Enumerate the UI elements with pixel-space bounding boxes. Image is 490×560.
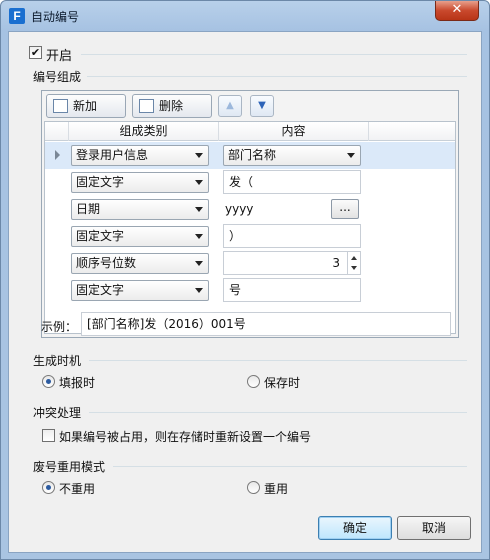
chevron-down-icon	[195, 288, 203, 293]
chevron-down-icon	[195, 153, 203, 158]
radio-no-reuse-label: 不重用	[59, 482, 96, 496]
example-preview-field: [部门名称]发（2016）001号	[81, 312, 451, 336]
chevron-down-icon	[195, 234, 203, 239]
conflict-label: 冲突处理	[33, 406, 82, 420]
table-row[interactable]: 固定文字 号	[45, 277, 455, 304]
generate-timing-label: 生成时机	[33, 354, 82, 368]
column-header-content: 内容	[219, 122, 369, 141]
table-row[interactable]: 固定文字 ）	[45, 223, 455, 250]
move-down-button[interactable]: ▼	[250, 95, 274, 117]
example-label: 示例：	[41, 320, 78, 334]
add-button[interactable]: 新加	[46, 94, 126, 118]
add-icon	[53, 99, 68, 113]
enable-label: 开启	[46, 49, 73, 64]
divider	[81, 54, 467, 55]
date-format-value[interactable]: yyyy	[225, 202, 253, 216]
digit-count-spinner[interactable]: 3	[223, 251, 361, 275]
divider	[113, 466, 467, 467]
delete-icon	[139, 99, 154, 113]
date-picker-button[interactable]: ...	[331, 199, 359, 219]
add-button-label: 新加	[73, 99, 98, 113]
radio-reuse-label: 重用	[264, 482, 289, 496]
composition-label: 编号组成	[33, 70, 82, 84]
type-value: 固定文字	[76, 229, 125, 243]
type-value: 日期	[76, 202, 101, 216]
radio-no-reuse[interactable]	[42, 481, 55, 494]
divider	[87, 76, 467, 77]
radio-save-time[interactable]	[247, 375, 260, 388]
enable-checkbox[interactable]: ✔	[29, 46, 42, 59]
composition-panel: 新加 删除 ▲ ▼ 组成类别 内容 登录用户信息 部门名称 固定文字 发（ 日期…	[41, 90, 459, 338]
move-up-button[interactable]: ▲	[218, 95, 242, 117]
row-header-corner	[45, 122, 69, 141]
composition-grid: 组成类别 内容 登录用户信息 部门名称 固定文字 发（ 日期 yyyy ... …	[44, 121, 456, 334]
radio-reuse[interactable]	[247, 481, 260, 494]
type-combo[interactable]: 固定文字	[71, 172, 209, 193]
chevron-down-icon	[195, 207, 203, 212]
table-row[interactable]: 登录用户信息 部门名称	[45, 142, 455, 169]
cancel-button[interactable]: 取消	[397, 516, 471, 540]
spin-down-icon[interactable]	[351, 266, 357, 270]
table-row[interactable]: 固定文字 发（	[45, 169, 455, 196]
app-logo-icon: F	[9, 8, 25, 24]
delete-button[interactable]: 删除	[132, 94, 212, 118]
content-value: 部门名称	[228, 148, 277, 162]
type-combo[interactable]: 顺序号位数	[71, 253, 209, 274]
type-combo[interactable]: 固定文字	[71, 280, 209, 301]
window-title: 自动编号	[31, 10, 80, 24]
conflict-checkbox[interactable]	[42, 429, 55, 442]
table-row[interactable]: 顺序号位数 3	[45, 250, 455, 277]
type-combo[interactable]: 固定文字	[71, 226, 209, 247]
ok-button[interactable]: 确定	[318, 516, 392, 540]
type-combo[interactable]: 登录用户信息	[71, 145, 209, 166]
table-row[interactable]: 日期 yyyy ...	[45, 196, 455, 223]
content-input[interactable]: 发（	[223, 170, 361, 194]
type-value: 顺序号位数	[76, 256, 137, 270]
delete-button-label: 删除	[159, 99, 184, 113]
conflict-checkbox-label: 如果编号被占用，则在存储时重新设置一个编号	[59, 430, 312, 444]
content-input[interactable]: 号	[223, 278, 361, 302]
spin-up-icon[interactable]	[351, 256, 357, 260]
dialog-window: F 自动编号 ✕ ✔ 开启 编号组成 新加 删除 ▲ ▼ 组成类别 内容 登录用…	[0, 0, 490, 560]
spinner-arrows[interactable]	[347, 251, 361, 275]
radio-save-time-label: 保存时	[264, 376, 301, 390]
column-header-type: 组成类别	[69, 122, 219, 141]
radio-fill-time-label: 填报时	[59, 376, 96, 390]
close-button[interactable]: ✕	[435, 1, 479, 21]
divider	[89, 360, 467, 361]
chevron-down-icon	[347, 153, 355, 158]
dialog-body: ✔ 开启 编号组成 新加 删除 ▲ ▼ 组成类别 内容 登录用户信息 部门名称 …	[8, 31, 482, 553]
chevron-down-icon	[195, 261, 203, 266]
title-bar[interactable]: F 自动编号 ✕	[1, 1, 489, 31]
column-header-filler	[369, 122, 455, 141]
content-input[interactable]: ）	[223, 224, 361, 248]
current-row-indicator-icon	[55, 150, 60, 160]
divider	[89, 412, 467, 413]
type-value: 固定文字	[76, 283, 125, 297]
type-value: 登录用户信息	[76, 148, 149, 162]
reuse-mode-label: 废号重用模式	[33, 460, 106, 474]
chevron-down-icon	[195, 180, 203, 185]
content-combo[interactable]: 部门名称	[223, 145, 361, 166]
grid-header: 组成类别 内容	[45, 122, 455, 141]
type-value: 固定文字	[76, 175, 125, 189]
radio-fill-time[interactable]	[42, 375, 55, 388]
type-combo[interactable]: 日期	[71, 199, 209, 220]
